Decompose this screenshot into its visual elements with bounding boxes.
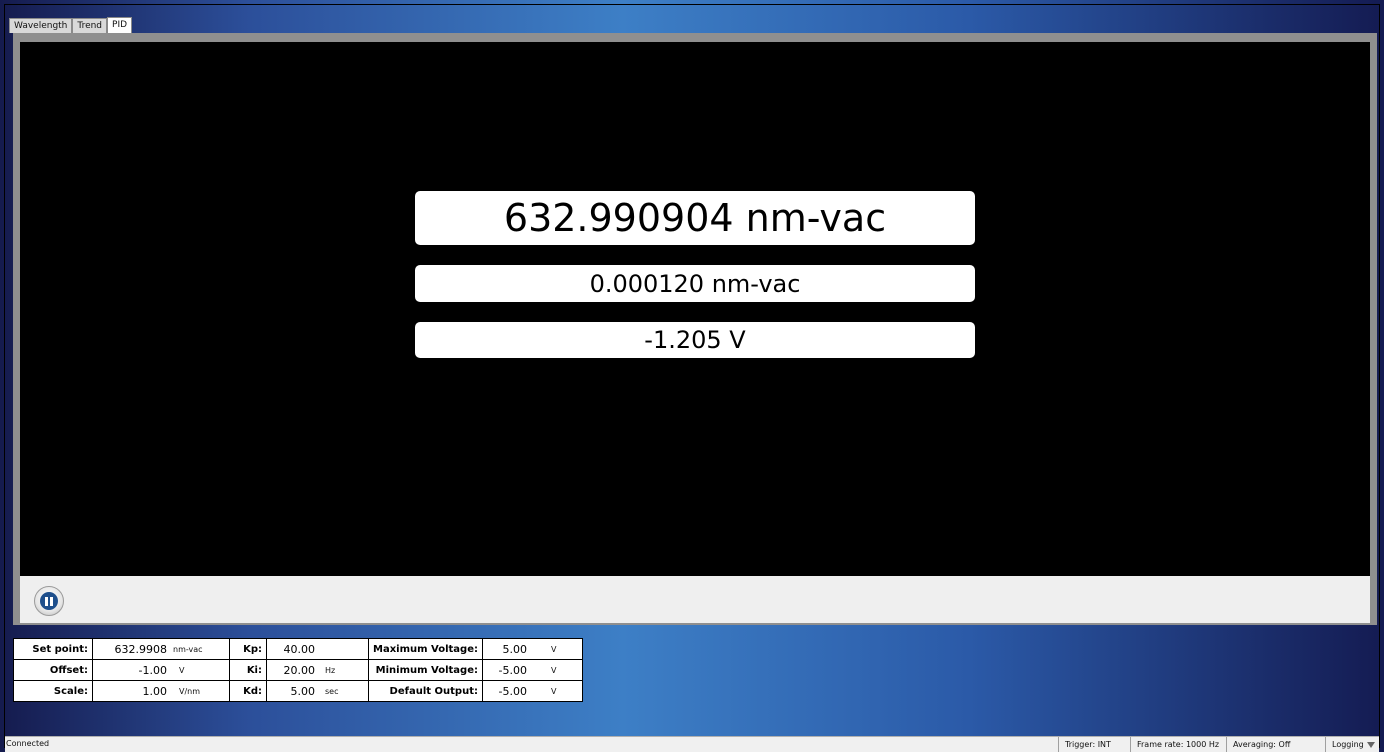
pid-parameters-table: Set point: 632.9908 nm-vac Kp: 40.00 Max…	[13, 638, 583, 702]
default-output-field[interactable]: -5.00 V	[481, 680, 583, 702]
default-output-unit: V	[550, 686, 557, 696]
max-voltage-value[interactable]: 5.00	[487, 643, 527, 656]
table-row: Scale: 1.00 V/nm Kd: 5.00 sec Default Ou…	[13, 680, 583, 702]
download-arrow-icon	[1366, 741, 1375, 748]
kp-value[interactable]: 40.00	[271, 643, 316, 656]
averaging-status: Averaging: Off	[1226, 737, 1325, 752]
max-voltage-label: Maximum Voltage:	[368, 638, 483, 660]
ki-label: Ki:	[229, 659, 267, 681]
kp-field[interactable]: 40.00	[266, 638, 369, 660]
tab-wavelength[interactable]: Wavelength	[9, 18, 73, 33]
readout-display	[20, 42, 1370, 576]
status-bar: Connected Trigger: INT Frame rate: 1000 …	[5, 736, 1379, 752]
min-voltage-value[interactable]: -5.00	[487, 664, 527, 677]
control-strip	[20, 576, 1370, 623]
tab-bar: Wavelength Trend PID	[9, 17, 133, 34]
table-row: Offset: -1.00 V Ki: 20.00 Hz Minimum Vol…	[13, 659, 583, 681]
offset-label: Offset:	[13, 659, 93, 681]
wavelength-readout: 632.990904 nm-vac	[415, 191, 975, 245]
max-voltage-unit: V	[550, 644, 557, 654]
min-voltage-label: Minimum Voltage:	[368, 659, 483, 681]
offset-unit: V	[179, 665, 185, 675]
pause-icon	[40, 592, 58, 610]
kd-unit: sec	[325, 686, 339, 696]
scale-value[interactable]: 1.00	[97, 685, 168, 698]
max-voltage-field[interactable]: 5.00 V	[481, 638, 583, 660]
table-row: Set point: 632.9908 nm-vac Kp: 40.00 Max…	[13, 638, 583, 660]
logging-label: Logging	[1332, 740, 1364, 749]
pause-button[interactable]	[34, 586, 64, 616]
tab-trend[interactable]: Trend	[72, 18, 108, 33]
tab-pid[interactable]: PID	[107, 17, 133, 34]
min-voltage-field[interactable]: -5.00 V	[481, 659, 583, 681]
default-output-label: Default Output:	[368, 680, 483, 702]
kd-value[interactable]: 5.00	[271, 685, 316, 698]
offset-field[interactable]: -1.00 V	[92, 659, 230, 681]
offset-value[interactable]: -1.00	[97, 664, 167, 677]
kp-label: Kp:	[229, 638, 267, 660]
min-voltage-unit: V	[550, 665, 557, 675]
default-output-value[interactable]: -5.00	[487, 685, 527, 698]
set-point-unit: nm-vac	[173, 644, 203, 654]
logging-toggle[interactable]: Logging	[1325, 737, 1380, 752]
ki-field[interactable]: 20.00 Hz	[266, 659, 369, 681]
set-point-label: Set point:	[13, 638, 93, 660]
scale-unit: V/nm	[179, 686, 201, 696]
trigger-status: Trigger: INT	[1058, 737, 1131, 752]
ki-value[interactable]: 20.00	[271, 664, 316, 677]
scale-field[interactable]: 1.00 V/nm	[92, 680, 230, 702]
scale-label: Scale:	[13, 680, 93, 702]
ki-unit: Hz	[325, 665, 336, 675]
kd-label: Kd:	[229, 680, 267, 702]
frame-rate-status: Frame rate: 1000 Hz	[1130, 737, 1229, 752]
set-point-value[interactable]: 632.9908	[97, 643, 168, 656]
set-point-field[interactable]: 632.9908 nm-vac	[92, 638, 230, 660]
kd-field[interactable]: 5.00 sec	[266, 680, 369, 702]
voltage-readout: -1.205 V	[415, 322, 975, 358]
deviation-readout: 0.000120 nm-vac	[415, 265, 975, 302]
connection-status: Connected	[6, 739, 50, 748]
